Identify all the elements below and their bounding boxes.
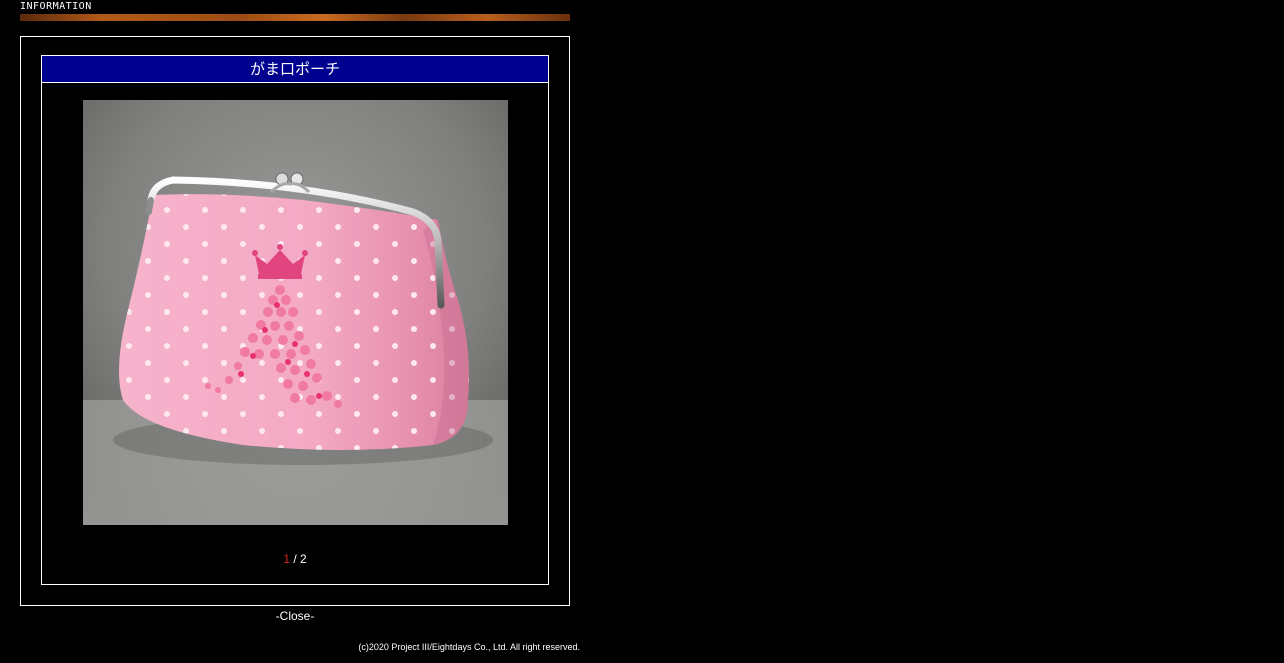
page-indicator: 1 / 2	[42, 552, 548, 566]
information-header: INFORMATION	[20, 0, 570, 22]
product-photo	[83, 100, 508, 525]
close-link[interactable]: -Close-	[20, 609, 570, 623]
total-pages: 2	[300, 552, 307, 566]
information-label: INFORMATION	[20, 1, 92, 12]
header-decoration-bar	[20, 14, 570, 21]
pouch-image	[83, 100, 508, 525]
popup-inner-frame: がま口ポーチ 1 / 2	[41, 55, 549, 585]
copyright-text: (c)2020 Project III/Eightdays Co., Ltd. …	[358, 642, 580, 652]
current-page: 1	[283, 552, 290, 566]
page-separator: /	[289, 552, 300, 566]
item-title: がま口ポーチ	[42, 56, 548, 83]
